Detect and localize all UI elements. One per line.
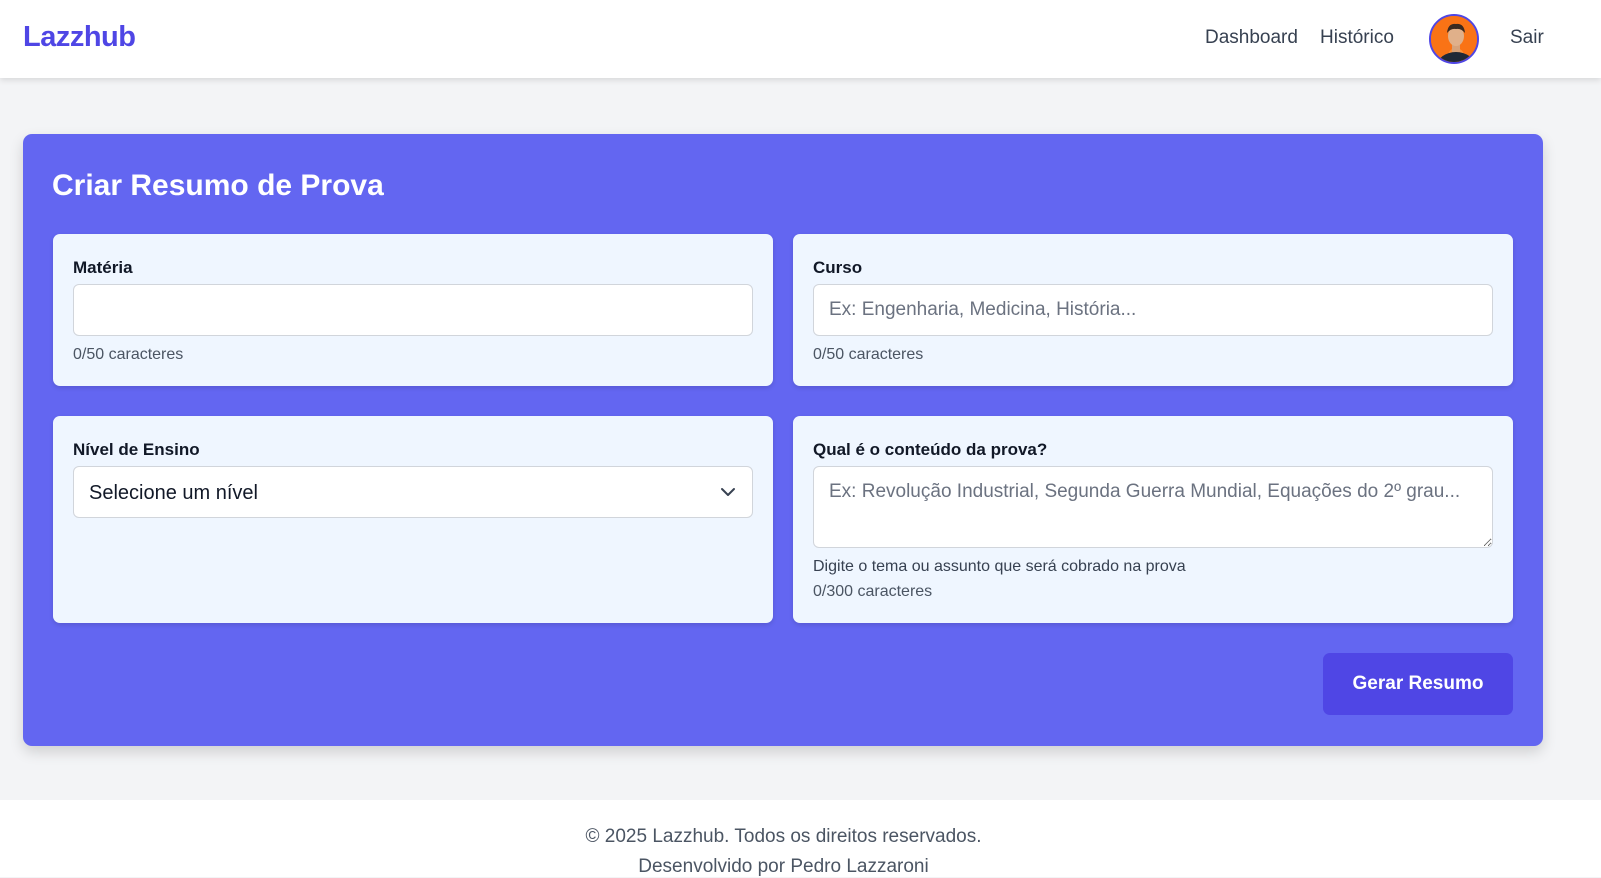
footer-copyright: © 2025 Lazzhub. Todos os direitos reserv… — [585, 826, 982, 847]
page-footer: © 2025 Lazzhub. Todos os direitos reserv… — [0, 800, 1601, 877]
nav-link-historico[interactable]: Histórico — [1320, 27, 1394, 49]
curso-panel: Curso 0/50 caracteres — [793, 234, 1513, 386]
curso-input[interactable] — [813, 284, 1493, 336]
nivel-panel: Nível de Ensino Selecione um nível — [53, 416, 773, 623]
curso-char-counter: 0/50 caracteres — [813, 346, 924, 363]
top-navbar: Lazzhub Dashboard Histórico Sair — [0, 0, 1601, 78]
conteudo-char-counter: 0/300 caracteres — [813, 583, 933, 600]
materia-label: Matéria — [73, 258, 133, 277]
user-avatar[interactable] — [1429, 14, 1479, 64]
chevron-down-icon — [719, 485, 737, 504]
avatar-photo-icon — [1431, 16, 1477, 62]
materia-char-counter: 0/50 caracteres — [73, 346, 184, 363]
nivel-select[interactable]: Selecione um nível — [73, 466, 753, 518]
create-summary-card: Criar Resumo de Prova Matéria 0/50 carac… — [23, 134, 1543, 746]
conteudo-textarea[interactable] — [813, 466, 1493, 548]
generate-summary-button[interactable]: Gerar Resumo — [1323, 653, 1513, 715]
page-title: Criar Resumo de Prova — [52, 169, 384, 202]
conteudo-helper-text: Digite o tema ou assunto que será cobrad… — [813, 558, 1186, 575]
materia-panel: Matéria 0/50 caracteres — [53, 234, 773, 386]
nivel-label: Nível de Ensino — [73, 440, 200, 459]
conteudo-label: Qual é o conteúdo da prova? — [813, 440, 1048, 459]
materia-input[interactable] — [73, 284, 753, 336]
curso-label: Curso — [813, 258, 863, 277]
brand-logo[interactable]: Lazzhub — [23, 21, 136, 54]
conteudo-panel: Qual é o conteúdo da prova? Digite o tem… — [793, 416, 1513, 623]
nivel-select-value: Selecione um nível — [89, 482, 258, 504]
logout-link[interactable]: Sair — [1510, 27, 1544, 49]
footer-credit: Desenvolvido por Pedro Lazzaroni — [638, 856, 929, 877]
nav-link-dashboard[interactable]: Dashboard — [1205, 27, 1298, 49]
